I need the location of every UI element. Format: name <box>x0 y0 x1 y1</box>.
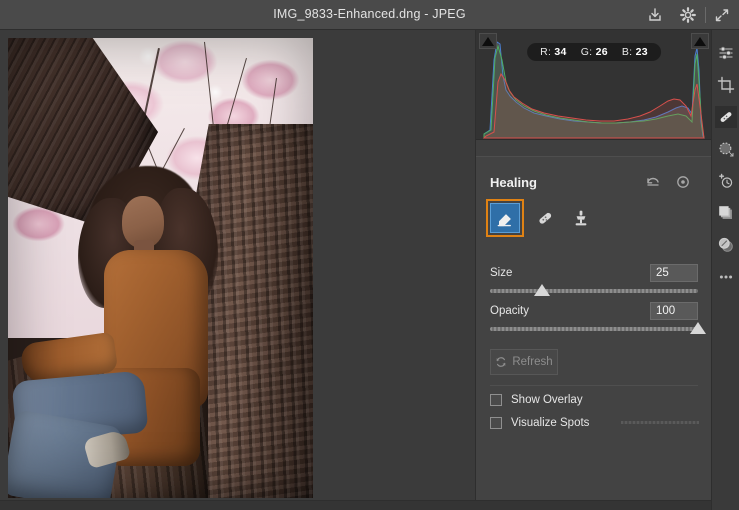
opacity-slider-track[interactable] <box>490 327 698 331</box>
visualize-spots-row[interactable]: Visualize Spots <box>490 414 589 432</box>
refresh-label: Refresh <box>512 356 553 368</box>
eye-visibility-icon[interactable] <box>674 173 692 191</box>
lens-filter-icon[interactable] <box>715 234 737 256</box>
rgb-readout: R: 34 G: 26 B: 23 <box>527 43 661 61</box>
title-bar: IMG_9833-Enhanced.dng - JPEG <box>0 0 739 30</box>
crop-icon[interactable] <box>715 74 737 96</box>
rgb-green: G: 26 <box>580 46 608 58</box>
size-label: Size <box>490 267 513 279</box>
photo-scene <box>8 38 313 498</box>
tool-row <box>486 199 702 237</box>
document-title: IMG_9833-Enhanced.dng - JPEG <box>273 7 466 21</box>
patch-tool[interactable] <box>530 203 560 233</box>
opacity-label: Opacity <box>490 305 529 317</box>
panel-title: Healing <box>490 175 537 190</box>
size-value[interactable]: 25 <box>650 264 698 282</box>
red-eye-icon[interactable] <box>715 170 737 192</box>
radial-selection-icon[interactable] <box>715 138 737 160</box>
adjustments-sliders-icon[interactable] <box>715 42 737 64</box>
photo-preview[interactable] <box>8 38 313 498</box>
show-overlay-checkbox[interactable] <box>490 394 502 406</box>
panel-divider <box>490 385 698 386</box>
visualize-spots-checkbox[interactable] <box>490 417 502 429</box>
layers-icon[interactable] <box>715 202 737 224</box>
rgb-red: R: 34 <box>540 46 567 58</box>
opacity-slider-knob[interactable] <box>690 322 706 334</box>
healing-brush-icon[interactable] <box>715 106 737 128</box>
tool-rail <box>711 30 739 510</box>
size-slider-knob[interactable] <box>534 284 550 296</box>
canvas-area[interactable] <box>0 30 475 510</box>
more-options-icon[interactable] <box>715 266 737 288</box>
shadow-clipping-triangle-icon[interactable] <box>479 33 497 49</box>
visualize-spots-slider-track[interactable] <box>621 421 699 424</box>
show-overlay-row[interactable]: Show Overlay <box>490 391 583 409</box>
visualize-spots-label: Visualize Spots <box>511 417 590 429</box>
expand-fullscreen-icon[interactable] <box>713 6 731 24</box>
person-subject <box>8 38 313 498</box>
clone-stamp-tool[interactable] <box>566 203 596 233</box>
bottom-strip <box>0 500 711 510</box>
photo-editor-window: IMG_9833-Enhanced.dng - JPEG R: 34 G: 26… <box>0 0 739 510</box>
healing-panel: Healing Size 25 Opacity 100 Refresh Show… <box>476 156 712 510</box>
rgb-blue: B: 23 <box>621 46 648 58</box>
opacity-value[interactable]: 100 <box>650 302 698 320</box>
size-slider-track[interactable] <box>490 289 698 293</box>
toolbar-divider <box>705 7 706 23</box>
export-download-icon[interactable] <box>646 6 664 24</box>
histogram[interactable]: R: 34 G: 26 B: 23 <box>476 30 712 140</box>
highlight-clipping-triangle-icon[interactable] <box>691 33 709 49</box>
eraser-tool[interactable] <box>490 203 520 233</box>
show-overlay-label: Show Overlay <box>511 394 583 406</box>
refresh-circular-arrows-icon <box>496 357 506 367</box>
refresh-button[interactable]: Refresh <box>490 349 558 375</box>
right-panel: R: 34 G: 26 B: 23 Healing Size 25 Opacit… <box>475 30 712 510</box>
undo-reset-icon[interactable] <box>644 173 662 191</box>
gear-icon[interactable] <box>679 6 697 24</box>
